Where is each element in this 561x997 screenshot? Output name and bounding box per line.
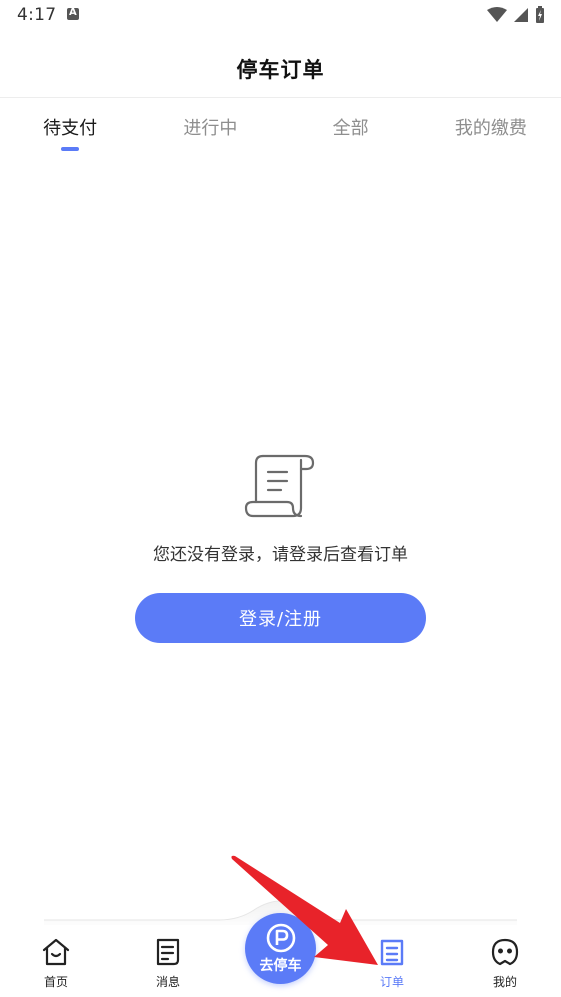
page-title: 停车订单 <box>236 57 325 82</box>
nav-item-home[interactable]: 首页 <box>21 937 91 990</box>
notification-a-icon <box>67 7 79 20</box>
empty-state: 您还没有登录，请登录后查看订单 登录/注册 <box>0 450 561 643</box>
profile-icon <box>491 938 519 966</box>
nav-item-profile[interactable]: 我的 <box>470 937 540 990</box>
receipt-scroll-icon <box>244 454 314 518</box>
title-bar: 停车订单 <box>0 40 561 98</box>
nav-label: 首页 <box>43 975 68 989</box>
nav-item-messages[interactable]: 消息 <box>133 937 203 990</box>
empty-message: 您还没有登录，请登录后查看订单 <box>153 545 408 565</box>
order-tabs: 待支付 进行中 全部 我的缴费 <box>0 100 561 156</box>
status-icons <box>487 6 545 24</box>
wifi-icon <box>487 7 507 22</box>
tab-label: 我的缴费 <box>454 118 527 139</box>
tab-pending-payment[interactable]: 待支付 <box>0 100 140 156</box>
go-parking-button[interactable]: 去停车 <box>245 913 316 984</box>
login-register-button[interactable]: 登录/注册 <box>135 593 426 643</box>
nav-label: 消息 <box>155 975 180 989</box>
tab-active-indicator <box>61 147 80 151</box>
order-icon <box>380 939 404 966</box>
tab-label: 进行中 <box>183 118 238 139</box>
nav-label: 我的 <box>492 975 517 989</box>
tab-my-payments[interactable]: 我的缴费 <box>421 100 561 156</box>
signal-icon <box>514 8 528 22</box>
status-bar: 4:17 <box>0 0 561 32</box>
nav-label: 订单 <box>379 975 404 989</box>
tab-in-progress[interactable]: 进行中 <box>140 100 280 156</box>
home-icon <box>42 938 70 966</box>
parking-icon <box>266 923 295 953</box>
nav-item-orders[interactable]: 订单 <box>357 937 427 990</box>
status-time: 4:17 <box>17 5 57 25</box>
tab-label: 全部 <box>332 118 369 139</box>
tab-all[interactable]: 全部 <box>281 100 421 156</box>
battery-icon <box>536 6 544 23</box>
message-icon <box>156 938 180 966</box>
tab-label: 待支付 <box>43 118 98 139</box>
go-parking-label: 去停车 <box>259 958 302 974</box>
